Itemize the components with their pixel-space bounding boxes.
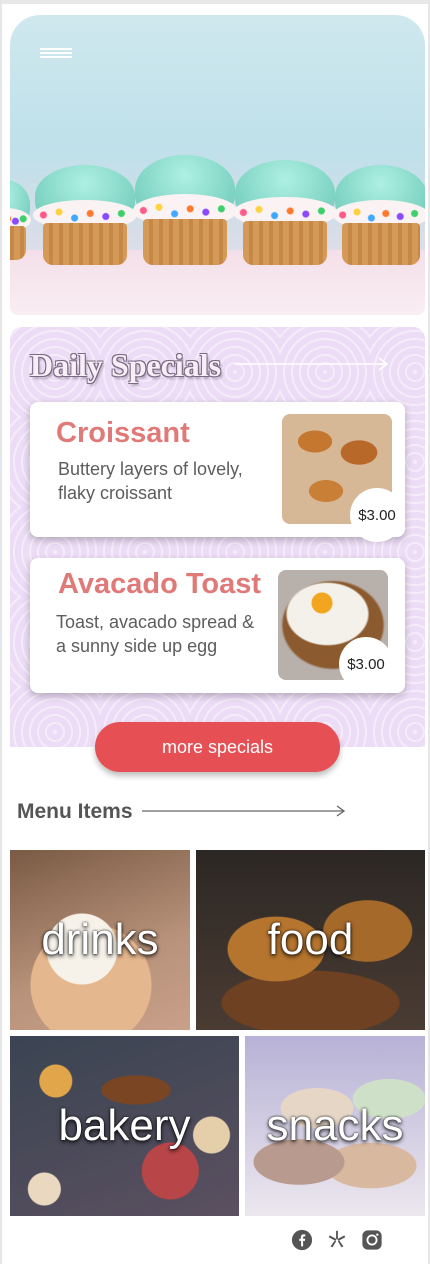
special-card-avacado-toast[interactable]: Avacado Toast Toast, avacado spread & a … <box>30 558 405 693</box>
price-badge: $3.00 <box>350 488 404 542</box>
category-label: snacks <box>266 1101 404 1150</box>
cupcake-image <box>333 165 425 265</box>
instagram-icon[interactable] <box>361 1229 383 1251</box>
category-tile-food[interactable]: food <box>196 850 425 1030</box>
cupcake-image <box>233 160 337 265</box>
facebook-icon[interactable] <box>291 1229 313 1251</box>
special-description: Toast, avacado spread & a sunny side up … <box>56 612 255 656</box>
cupcake-image <box>133 155 237 265</box>
arrow-right-icon[interactable] <box>235 357 390 371</box>
hamburger-menu-icon[interactable] <box>40 48 72 66</box>
hero-banner <box>10 15 425 315</box>
special-card-croissant[interactable]: Croissant Buttery layers of lovely, flak… <box>30 402 405 542</box>
price-badge: $3.00 <box>339 637 393 691</box>
cupcake-image <box>10 180 31 260</box>
more-specials-button[interactable]: more specials <box>95 722 340 772</box>
cupcake-image <box>33 165 137 265</box>
category-tile-drinks[interactable]: drinks <box>10 850 190 1030</box>
special-name: Avacado Toast <box>58 568 262 600</box>
category-label: bakery <box>58 1101 191 1150</box>
yelp-icon[interactable] <box>326 1229 348 1251</box>
category-label: drinks <box>41 915 159 964</box>
category-tile-bakery[interactable]: bakery <box>10 1036 239 1216</box>
category-tile-snacks[interactable]: snacks <box>245 1036 425 1216</box>
specials-title: Daily Specials <box>30 347 222 383</box>
top-edge <box>2 0 430 4</box>
category-label: food <box>267 915 354 964</box>
menu-items-title: Menu Items <box>17 800 133 823</box>
arrow-right-icon[interactable] <box>142 804 347 818</box>
daily-specials-section: Daily Specials Croissant Buttery layers … <box>10 327 425 747</box>
special-description: Buttery layers of lovely, flaky croissan… <box>58 459 243 503</box>
special-name: Croissant <box>56 417 190 449</box>
